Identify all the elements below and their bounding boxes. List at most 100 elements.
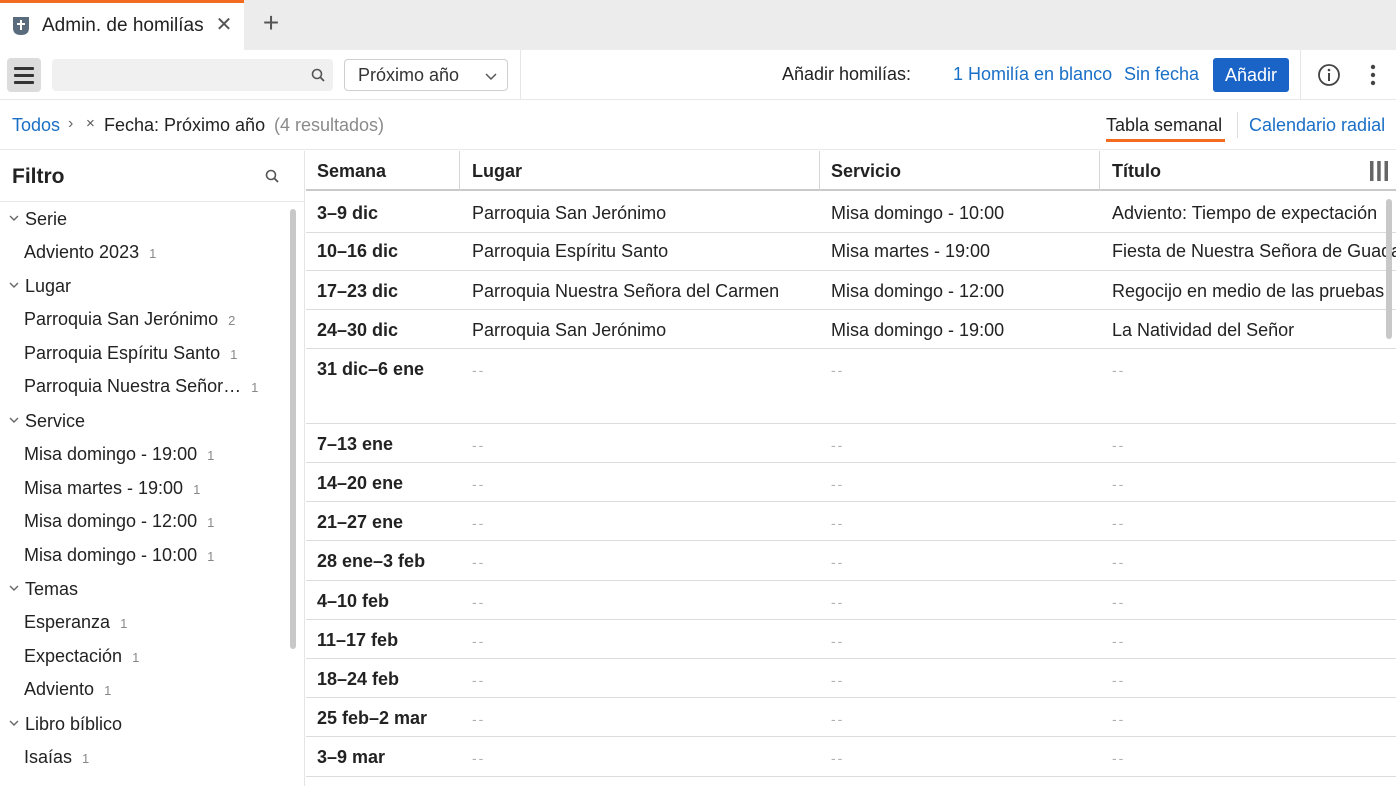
- cell-empty: --: [1112, 633, 1126, 649]
- filter-item[interactable]: Parroquia Espíritu Santo 1: [24, 343, 237, 364]
- column-divider[interactable]: [819, 151, 820, 191]
- cell-empty: --: [831, 672, 845, 688]
- cell-title: Fiesta de Nuestra Señora de Guadalupe: [1112, 241, 1396, 261]
- table-row[interactable]: 21–27 ene -- -- --: [306, 502, 1396, 541]
- cell-service: Misa domingo - 10:00: [831, 203, 1005, 223]
- cell-empty: --: [831, 554, 845, 570]
- cell-week: 11–17 feb: [317, 630, 399, 650]
- filter-group-temas[interactable]: Temas: [8, 579, 78, 600]
- filter-item[interactable]: Esperanza 1: [24, 612, 127, 633]
- search-icon[interactable]: [311, 68, 325, 82]
- toolbar-divider: [520, 50, 521, 100]
- blank-homily-link[interactable]: 1 Homilía en blanco: [953, 64, 1112, 85]
- sidebar-scrollbar[interactable]: [290, 209, 296, 649]
- toolbar: Próximo año Añadir homilías: 1 Homilía e…: [0, 50, 1396, 100]
- cell-week: 4–10 feb: [317, 591, 390, 611]
- cell-empty: --: [831, 437, 845, 453]
- table-row[interactable]: 14–20 ene -- -- --: [306, 463, 1396, 502]
- filter-item[interactable]: Adviento 2023 1: [24, 242, 156, 263]
- search-input[interactable]: [52, 59, 302, 91]
- tab-weekly-table[interactable]: Tabla semanal: [1106, 115, 1222, 136]
- filter-item[interactable]: Misa martes - 19:00 1: [24, 478, 200, 499]
- filter-item[interactable]: Misa domingo - 10:00 1: [24, 545, 214, 566]
- table-row[interactable]: 3–9 mar -- -- --: [306, 737, 1396, 777]
- menu-icon[interactable]: [7, 58, 41, 92]
- breadcrumb: Todos › × Fecha: Próximo año (4 resultad…: [0, 100, 1396, 150]
- result-count: (4 resultados): [274, 115, 385, 135]
- table-row[interactable]: 31 dic–6 ene -- -- --: [306, 349, 1396, 424]
- table-row[interactable]: 4–10 feb -- -- --: [306, 581, 1396, 620]
- cell-empty: --: [831, 633, 845, 649]
- table-header: Semana Lugar Servicio Título: [306, 151, 1396, 191]
- columns-icon[interactable]: [1368, 160, 1390, 182]
- filter-item[interactable]: Expectación 1: [24, 646, 139, 667]
- table-row[interactable]: 17–23 dic Parroquia Nuestra Señora del Ca…: [306, 271, 1396, 310]
- column-header-service[interactable]: Servicio: [831, 161, 901, 182]
- chevron-down-icon: [485, 73, 497, 81]
- column-header-week[interactable]: Semana: [317, 161, 386, 182]
- search-icon[interactable]: [265, 169, 279, 183]
- cell-title: Regocijo en medio de las pruebas: [1112, 281, 1385, 301]
- filter-item[interactable]: Misa domingo - 19:00 1: [24, 444, 214, 465]
- cell-place: Parroquia San Jerónimo: [472, 320, 667, 340]
- tab-radial-calendar[interactable]: Calendario radial: [1249, 115, 1385, 136]
- cell-week: 3–9 mar: [317, 747, 386, 767]
- cell-empty: --: [831, 711, 845, 727]
- cell-empty: --: [472, 515, 486, 531]
- cell-service: Misa domingo - 12:00: [831, 281, 1005, 301]
- filter-group-libro[interactable]: Libro bíblico: [8, 714, 122, 735]
- add-button[interactable]: Añadir: [1213, 58, 1289, 92]
- more-vertical-icon[interactable]: [1367, 63, 1379, 87]
- no-date-link[interactable]: Sin fecha: [1124, 64, 1199, 85]
- chevron-down-icon: [9, 282, 19, 288]
- table-row[interactable]: 7–13 ene -- -- --: [306, 424, 1396, 463]
- tab-app-icon: [13, 17, 29, 35]
- table-row[interactable]: 28 ene–3 feb -- -- --: [306, 541, 1396, 581]
- chevron-down-icon: [9, 585, 19, 591]
- cell-empty: --: [831, 750, 845, 766]
- table-row[interactable]: 11–17 feb -- -- --: [306, 620, 1396, 659]
- table-row[interactable]: 25 feb–2 mar -- -- --: [306, 698, 1396, 737]
- filter-item[interactable]: Isaías 1: [24, 747, 89, 768]
- column-divider[interactable]: [1099, 151, 1100, 191]
- table-row[interactable]: 24–30 dic Parroquia San Jerónimo Misa domi…: [306, 310, 1396, 349]
- filter-title: Filtro: [12, 165, 65, 188]
- close-icon[interactable]: ✕: [214, 15, 234, 35]
- cell-empty: --: [831, 476, 845, 492]
- cell-week: 25 feb–2 mar: [317, 708, 428, 728]
- cell-week: 10–16 dic: [317, 241, 399, 261]
- cell-empty: --: [831, 594, 845, 610]
- view-divider: [1237, 112, 1238, 138]
- cell-empty: --: [1112, 554, 1126, 570]
- remove-filter-icon[interactable]: ×: [86, 115, 95, 132]
- chevron-down-icon: [9, 720, 19, 726]
- filter-group-lugar[interactable]: Lugar: [8, 276, 71, 297]
- info-icon[interactable]: [1317, 63, 1341, 87]
- cell-place: Parroquia Espíritu Santo: [472, 241, 669, 261]
- period-select[interactable]: Próximo año: [344, 59, 508, 91]
- filter-item[interactable]: Misa domingo - 12:00 1: [24, 511, 214, 532]
- tab-bar: Admin. de homilías ✕ +: [0, 0, 1396, 50]
- filter-group-serie[interactable]: Serie: [8, 209, 67, 230]
- cell-place: Parroquia Nuestra Señora del Carmen: [472, 281, 780, 301]
- table-row[interactable]: 3–9 dic Parroquia San Jerónimo Misa doming…: [306, 193, 1396, 233]
- toolbar-divider: [1300, 50, 1301, 100]
- filter-group-service[interactable]: Service: [8, 411, 85, 432]
- cell-week: 18–24 feb: [317, 669, 400, 689]
- column-header-title[interactable]: Título: [1112, 161, 1161, 182]
- table-scrollbar[interactable]: [1386, 199, 1392, 339]
- table-row[interactable]: 10–16 dic Parroquia Espíritu Santo Misa ma…: [306, 231, 1396, 271]
- active-tab-indicator: [1106, 139, 1225, 142]
- period-select-value: Próximo año: [358, 65, 460, 85]
- column-header-place[interactable]: Lugar: [472, 161, 522, 182]
- plus-icon[interactable]: +: [258, 9, 284, 37]
- table-row[interactable]: 18–24 feb -- -- --: [306, 659, 1396, 698]
- cell-empty: --: [1112, 750, 1126, 766]
- column-divider[interactable]: [459, 151, 460, 191]
- tab-title: Admin. de homilías: [42, 15, 204, 36]
- tab-homily-admin[interactable]: Admin. de homilías ✕: [0, 0, 244, 50]
- breadcrumb-all[interactable]: Todos: [12, 115, 60, 136]
- filter-item[interactable]: Parroquia San Jerónimo 2: [24, 309, 235, 330]
- filter-item[interactable]: Parroquia Nuestra Señor… 1: [24, 376, 258, 397]
- filter-item[interactable]: Adviento 1: [24, 679, 111, 700]
